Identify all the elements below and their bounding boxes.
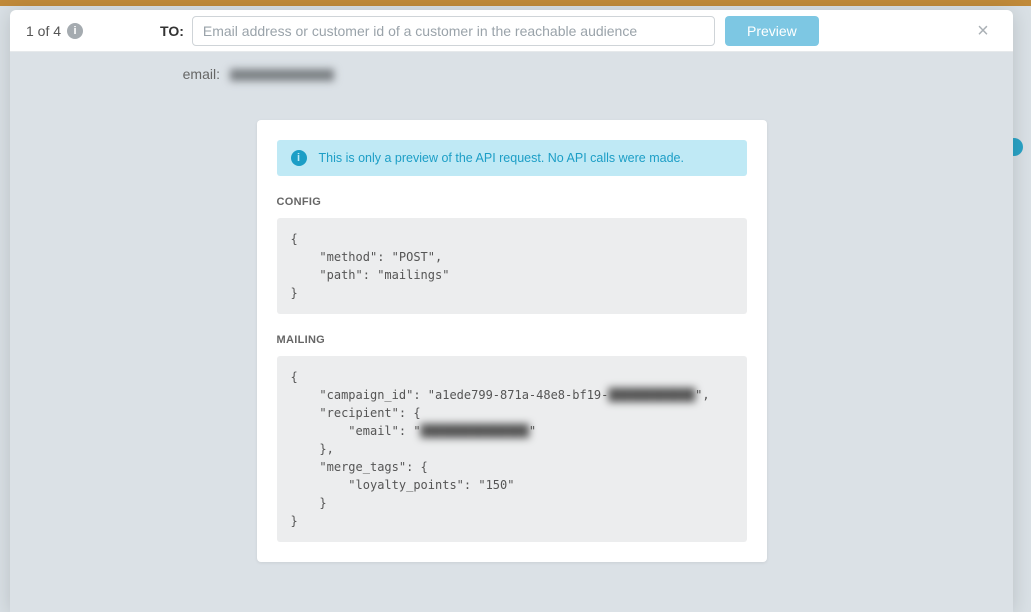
- to-input[interactable]: [192, 16, 715, 46]
- close-button[interactable]: ×: [969, 17, 997, 45]
- to-label: TO:: [160, 23, 184, 39]
- info-bar: i This is only a preview of the API requ…: [277, 140, 747, 176]
- preview-button[interactable]: Preview: [725, 16, 819, 46]
- mailing-campaign-blur: ████████████: [608, 388, 695, 402]
- step-counter: 1 of 4: [26, 23, 61, 39]
- mailing-code-block: { "campaign_id": "a1ede799-871a-48e8-bf1…: [277, 356, 747, 542]
- config-heading: CONFIG: [277, 196, 747, 208]
- email-row: email:: [10, 52, 1013, 102]
- preview-card: i This is only a preview of the API requ…: [257, 120, 767, 562]
- top-warning-banner: [0, 0, 1031, 6]
- mailing-heading: MAILING: [277, 334, 747, 346]
- preview-modal: 1 of 4 i TO: Preview × email: i This is …: [10, 10, 1013, 612]
- info-icon[interactable]: i: [67, 23, 83, 39]
- mailing-code-post: " }, "merge_tags": { "loyalty_points": "…: [291, 424, 537, 528]
- email-label: email:: [10, 66, 226, 82]
- modal-body: email: i This is only a preview of the A…: [10, 52, 1013, 612]
- mailing-email-blur: ███████████████: [421, 424, 529, 438]
- config-code-block: { "method": "POST", "path": "mailings" }: [277, 218, 747, 314]
- mailing-code-pre: { "campaign_id": "a1ede799-871a-48e8-bf1…: [291, 370, 609, 402]
- info-icon: i: [291, 150, 307, 166]
- email-value-blurred: [230, 69, 334, 81]
- info-bar-text: This is only a preview of the API reques…: [319, 151, 684, 165]
- modal-header: 1 of 4 i TO: Preview ×: [10, 10, 1013, 52]
